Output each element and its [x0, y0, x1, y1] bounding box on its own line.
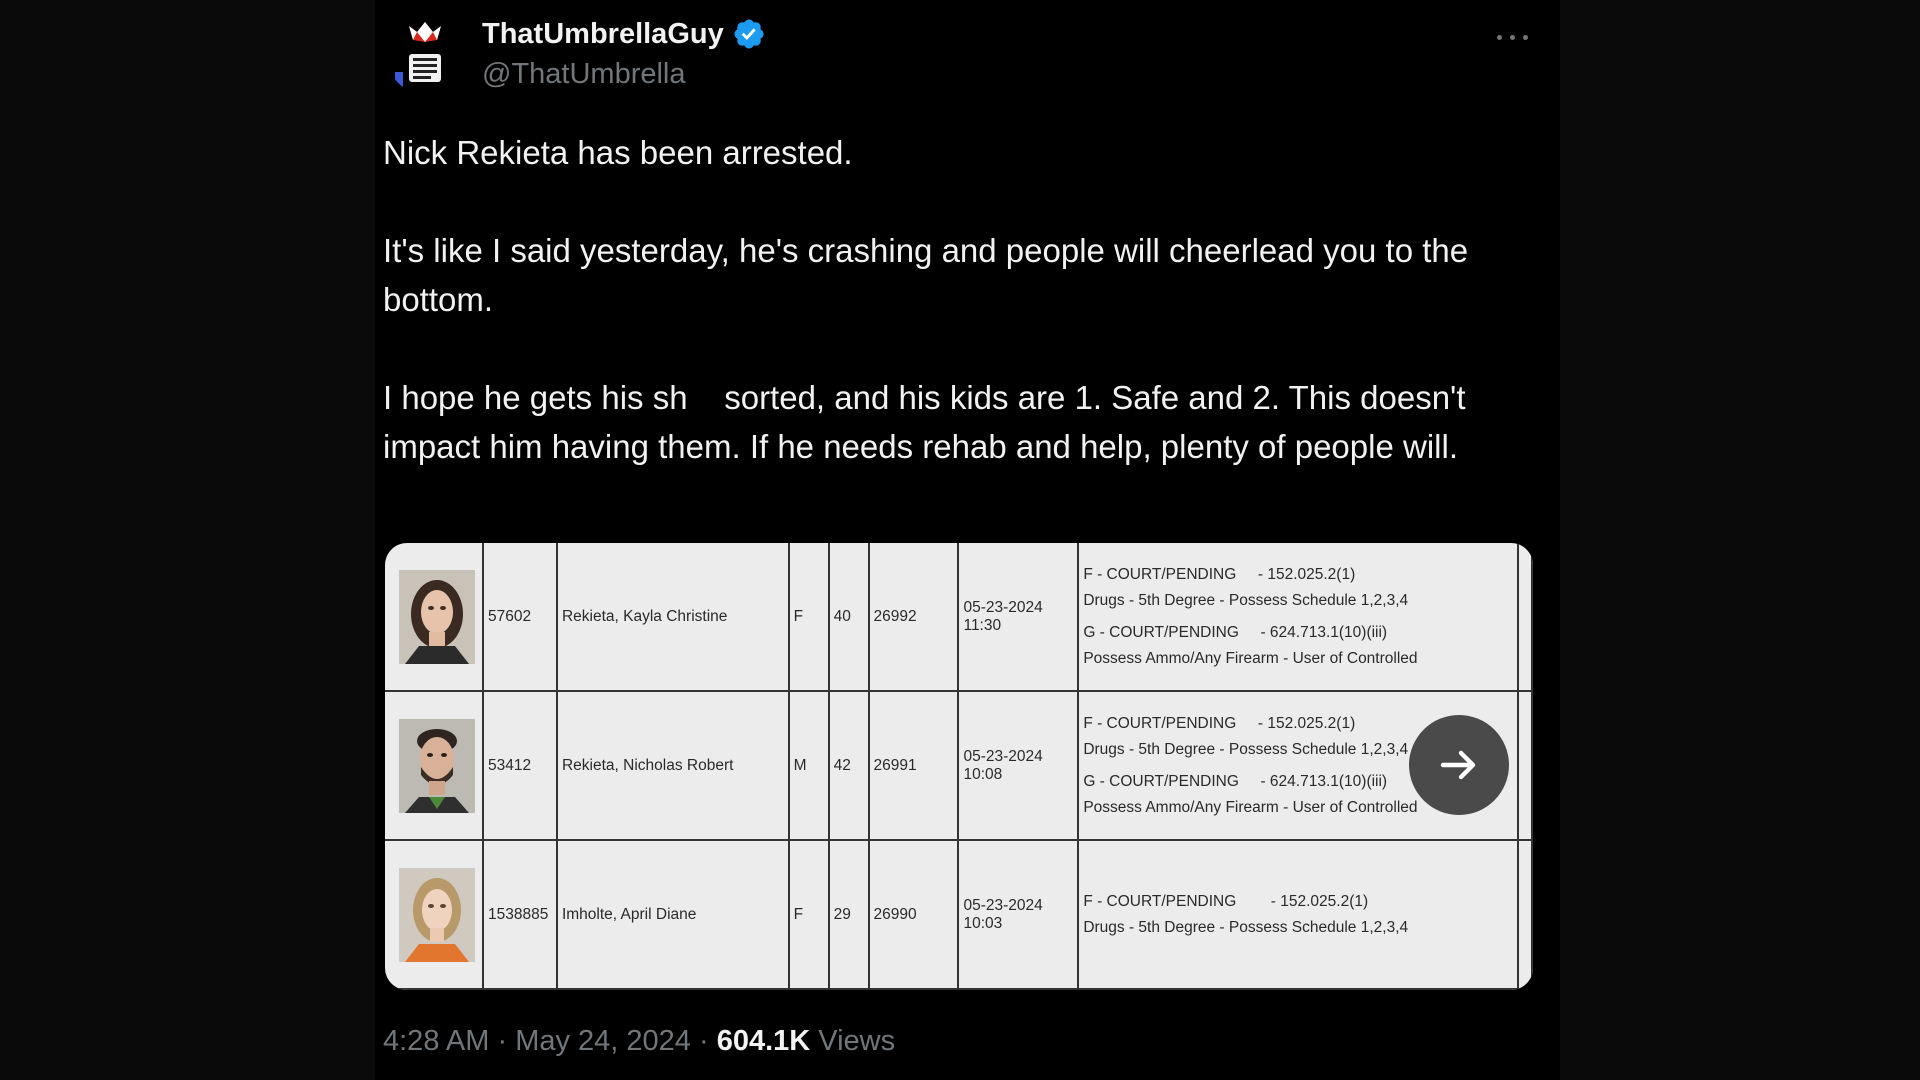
arrow-right-icon — [1440, 750, 1476, 780]
verified-badge-icon — [734, 19, 764, 49]
more-options-icon[interactable] — [1493, 22, 1533, 52]
inmate-sex: M — [788, 691, 830, 841]
inmate-age: 29 — [828, 840, 870, 990]
mugshot-image — [399, 718, 475, 813]
background-right — [1560, 0, 1920, 1080]
mugshot-cell — [385, 543, 484, 692]
background-left — [0, 0, 375, 1080]
views-count[interactable]: 604.1K — [717, 1025, 811, 1057]
mugshot-cell — [385, 691, 484, 841]
inmate-id: 1538885 — [482, 840, 558, 990]
charge-description: Drugs - 5th Degree - Possess Schedule 1,… — [1083, 918, 1409, 936]
charge-description: Possess Ammo/Any Firearm - User of Contr… — [1083, 649, 1418, 667]
tweet-paragraph: It's like I said yesterday, he's crashin… — [383, 232, 1478, 318]
inmate-name: Rekieta, Kayla Christine — [556, 543, 790, 692]
inmate-sex: F — [788, 543, 830, 692]
booking-table: 57602 Rekieta, Kayla Christine F 40 2699… — [385, 543, 1533, 990]
charge-status: F - COURT/PENDING — [1083, 892, 1237, 910]
charge-status-line: F - COURT/PENDING - 152.025.2(1) — [1083, 893, 1513, 911]
booking-number: 26992 — [868, 543, 960, 692]
charges-cell: F - COURT/PENDING - 152.025.2(1) Drugs -… — [1078, 543, 1519, 692]
booking-number: 26991 — [868, 691, 960, 841]
booking-datetime: 05-23-2024 10:08 — [958, 691, 1080, 841]
charge-status-line: G - COURT/PENDING - 624.713.1(10)(iii) — [1083, 624, 1513, 642]
charge-status: F - COURT/PENDING — [1083, 714, 1237, 732]
inmate-age: 42 — [828, 691, 870, 841]
inmate-age: 40 — [828, 543, 870, 692]
charge-description: Drugs - 5th Degree - Possess Schedule 1,… — [1083, 591, 1409, 609]
views-label: Views — [810, 1025, 896, 1057]
charges-cell: F - COURT/PENDING - 152.025.2(1) Drugs -… — [1078, 840, 1519, 990]
tweet-text: Nick Rekieta has been arrested. It's lik… — [383, 128, 1533, 471]
avatar[interactable] — [387, 18, 463, 94]
charge-code: - 624.713.1(10)(iii) — [1260, 772, 1388, 790]
inmate-sex: F — [788, 840, 830, 990]
table-row: 57602 Rekieta, Kayla Christine F 40 2699… — [385, 543, 1533, 692]
inmate-id: 53412 — [482, 691, 558, 841]
media-attachment[interactable]: 57602 Rekieta, Kayla Christine F 40 2699… — [385, 543, 1533, 990]
tweet-paragraph: I hope he gets his sh sorted, and his ki… — [383, 379, 1475, 465]
booking-datetime: 05-23-2024 10:03 — [958, 840, 1080, 990]
mugshot-image — [399, 867, 475, 962]
tweet-date[interactable]: May 24, 2024 — [515, 1025, 691, 1057]
charge-status: G - COURT/PENDING — [1083, 772, 1239, 790]
display-name[interactable]: ThatUmbrellaGuy — [482, 18, 724, 51]
charge-status: G - COURT/PENDING — [1083, 623, 1239, 641]
booking-time: 11:30 — [963, 616, 1002, 634]
booking-datetime: 05-23-2024 11:30 — [958, 543, 1080, 692]
booking-date: 05-23-2024 — [963, 598, 1043, 616]
separator: · — [690, 1025, 717, 1057]
next-image-button[interactable] — [1409, 715, 1509, 815]
display-name-row: ThatUmbrellaGuy — [482, 17, 766, 51]
charge-code: - 152.025.2(1) — [1257, 565, 1356, 583]
booking-date: 05-23-2024 — [963, 896, 1043, 914]
inmate-name: Rekieta, Nicholas Robert — [556, 691, 790, 841]
table-row: 53412 Rekieta, Nicholas Robert M 42 2699… — [385, 691, 1533, 841]
tweet-time[interactable]: 4:28 AM — [383, 1025, 489, 1057]
booking-time: 10:03 — [963, 914, 1003, 932]
separator: · — [489, 1025, 516, 1057]
umbrella-logo-icon — [387, 18, 463, 94]
booking-number: 26990 — [868, 840, 960, 990]
inmate-id: 57602 — [482, 543, 558, 692]
user-handle[interactable]: @ThatUmbrella — [482, 58, 686, 91]
tweet-paragraph: Nick Rekieta has been arrested. — [383, 134, 853, 171]
charge-status: F - COURT/PENDING — [1083, 565, 1237, 583]
tweet-card: ThatUmbrellaGuy @ThatUmbrella Nick Rekie… — [375, 0, 1560, 1080]
screen: ThatUmbrellaGuy @ThatUmbrella Nick Rekie… — [0, 0, 1920, 1080]
booking-date: 05-23-2024 — [963, 747, 1043, 765]
charge-status-line: F - COURT/PENDING - 152.025.2(1) — [1083, 566, 1513, 584]
table-row: 1538885 Imholte, April Diane F 29 26990 … — [385, 840, 1533, 990]
charge-code: - 152.025.2(1) — [1270, 892, 1369, 910]
mugshot-image — [399, 569, 475, 664]
booking-time: 10:08 — [963, 765, 1003, 783]
charge-code: - 152.025.2(1) — [1257, 714, 1356, 732]
inmate-name: Imholte, April Diane — [556, 840, 790, 990]
mugshot-cell — [385, 840, 484, 990]
tweet-header: ThatUmbrellaGuy @ThatUmbrella — [375, 0, 1560, 110]
charge-code: - 624.713.1(10)(iii) — [1260, 623, 1388, 641]
tweet-footer: 4:28 AM · May 24, 2024 · 604.1K Views — [383, 1025, 895, 1058]
